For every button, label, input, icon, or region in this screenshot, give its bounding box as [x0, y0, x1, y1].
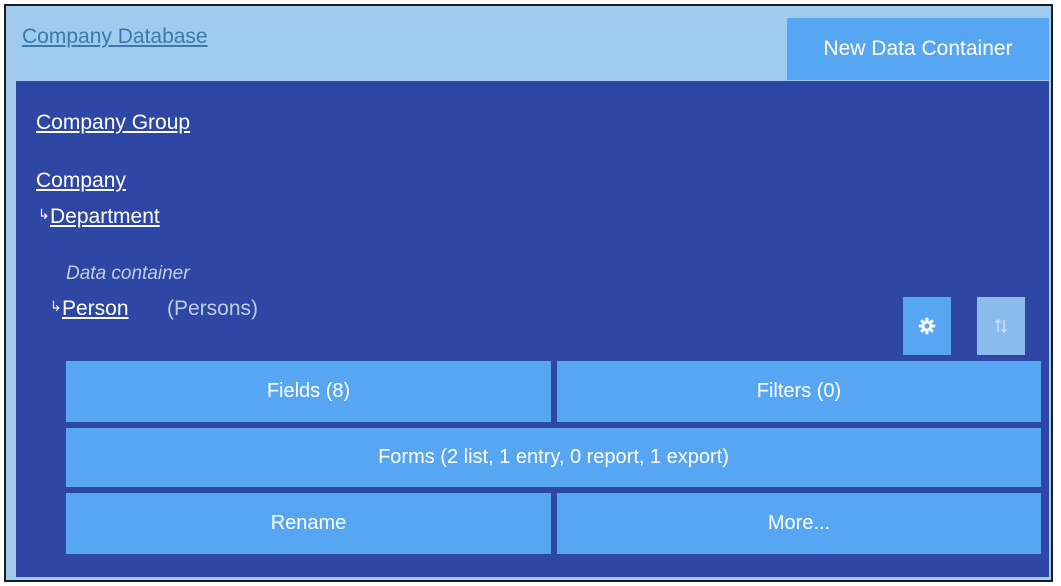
person-collection-name: (Persons): [167, 297, 259, 320]
department-link[interactable]: Department: [50, 205, 160, 229]
new-data-container-button[interactable]: New Data Container: [787, 18, 1049, 80]
person-link[interactable]: Person: [62, 297, 129, 321]
data-container-label: Data container: [66, 263, 190, 284]
child-arrow-icon: ↳: [50, 299, 62, 315]
gear-icon: [918, 317, 936, 335]
more-button[interactable]: More...: [557, 493, 1041, 554]
forms-button[interactable]: Forms (2 list, 1 entry, 0 report, 1 expo…: [66, 428, 1041, 487]
settings-button[interactable]: [903, 297, 951, 355]
sort-icon: [995, 319, 1007, 333]
company-link[interactable]: Company: [36, 169, 126, 193]
sort-button[interactable]: [977, 297, 1025, 355]
fields-button[interactable]: Fields (8): [66, 361, 551, 422]
company-group-link[interactable]: Company Group: [36, 111, 190, 135]
child-arrow-icon: ↳: [38, 207, 50, 223]
rename-button[interactable]: Rename: [66, 493, 551, 554]
company-database-link[interactable]: Company Database: [22, 25, 208, 49]
database-window: Company Database New Data Container Comp…: [4, 4, 1053, 582]
filters-button[interactable]: Filters (0): [557, 361, 1041, 422]
data-container-panel: Company Group Company ↳ Department Data …: [16, 81, 1049, 577]
